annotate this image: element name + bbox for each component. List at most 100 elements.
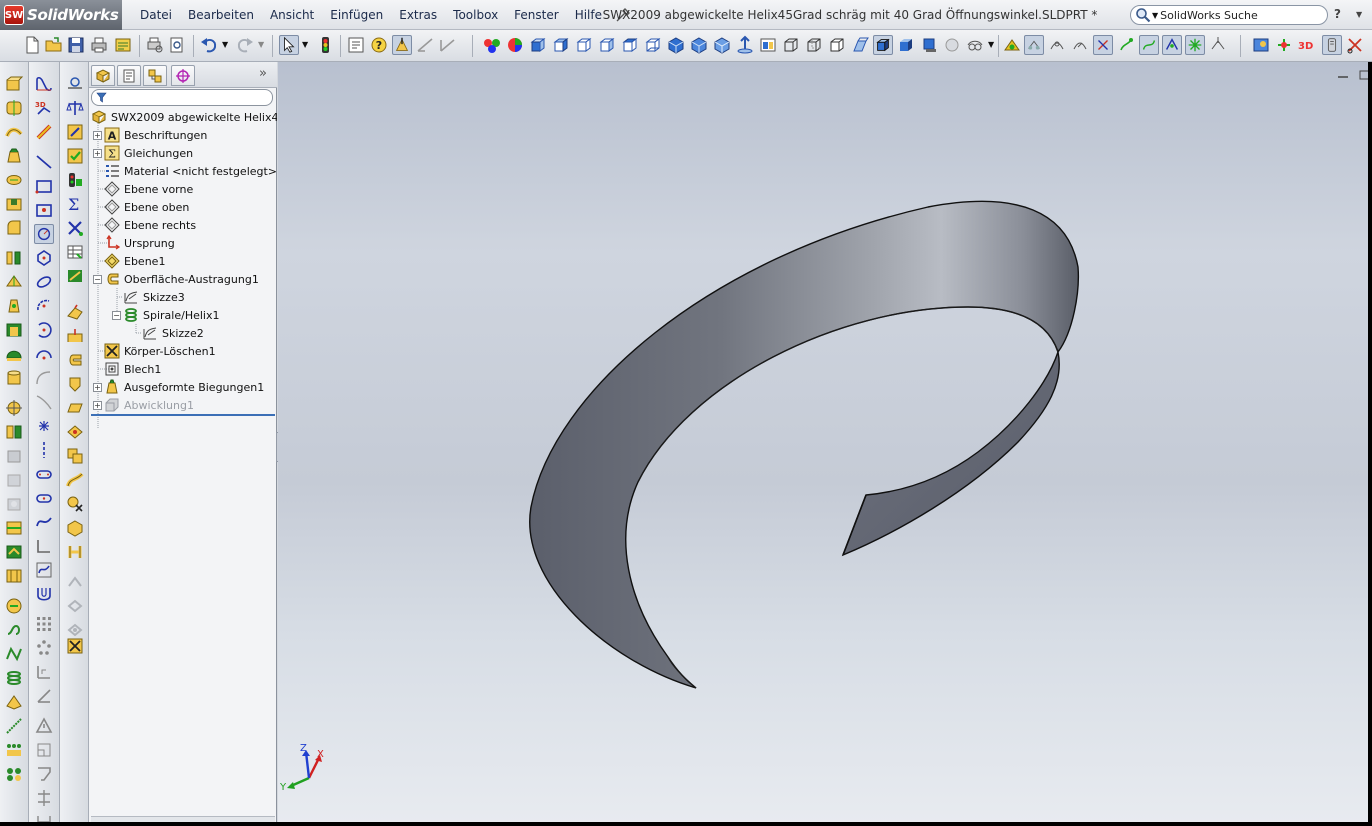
expand-toggle-icon[interactable]: +	[93, 382, 102, 392]
extruded-boss-icon[interactable]	[4, 74, 24, 94]
collapse-panel-chevron-icon[interactable]: »	[259, 66, 267, 81]
tree-item-abwicklung1[interactable]: + Abwicklung1	[93, 396, 194, 414]
view-settings-caret-icon[interactable]: ▼	[988, 40, 994, 49]
print-preview-icon[interactable]	[145, 35, 165, 55]
hidden-lines-removed-icon[interactable]	[827, 35, 847, 55]
sketch-fillet-icon[interactable]	[34, 392, 54, 412]
helix-sheet-metal-part[interactable]	[278, 62, 1368, 822]
hidden-lines-visible-icon[interactable]	[804, 35, 824, 55]
undo-icon[interactable]	[199, 35, 219, 55]
view-axes-icon[interactable]	[1047, 35, 1067, 55]
rip-icon[interactable]	[65, 636, 85, 656]
disabled-feature-2-icon[interactable]	[4, 494, 24, 514]
redo-icon[interactable]	[235, 35, 255, 55]
single-view-icon[interactable]	[758, 35, 778, 55]
search-input[interactable]	[1160, 8, 1321, 22]
unfold-icon[interactable]	[65, 542, 85, 562]
convert-entities-icon[interactable]	[34, 584, 54, 604]
helix-toolbar-icon[interactable]	[4, 620, 24, 640]
options-icon[interactable]	[113, 35, 133, 55]
rebuild-traffic-light-icon[interactable]	[315, 35, 335, 55]
tree-item-ebene-rechts[interactable]: Ebene rechts	[104, 216, 196, 234]
hole-series-icon[interactable]	[4, 740, 24, 760]
equations-icon[interactable]: Σ	[65, 194, 85, 214]
collapse-toggle-icon[interactable]: −	[93, 274, 102, 284]
macro-icon[interactable]	[4, 596, 24, 616]
rib-icon[interactable]	[4, 272, 24, 292]
menu-datei[interactable]: Datei	[132, 8, 180, 22]
break-corner-icon[interactable]	[65, 518, 85, 538]
tools-scissors-icon[interactable]	[1345, 35, 1365, 55]
curves-icon[interactable]	[4, 422, 24, 442]
file-properties-icon[interactable]	[346, 35, 366, 55]
sketch-picture-icon[interactable]	[34, 788, 54, 808]
redo-dropdown-caret-icon[interactable]: ▼	[258, 40, 264, 49]
view-planes-icon[interactable]	[1024, 35, 1044, 55]
decals-icon[interactable]	[1274, 35, 1294, 55]
reference-geometry-icon[interactable]	[4, 398, 24, 418]
offset-entities-icon[interactable]	[34, 560, 54, 580]
sketched-bend-icon[interactable]	[65, 470, 85, 490]
partial-ellipse-icon[interactable]	[34, 296, 54, 316]
hide-show-items-icon[interactable]	[1002, 35, 1022, 55]
open-folder-icon[interactable]	[44, 35, 64, 55]
add-relation-icon[interactable]	[34, 662, 54, 682]
dome-icon[interactable]	[4, 344, 24, 364]
view-front-icon[interactable]	[528, 35, 548, 55]
solidworks-logo[interactable]: SW SolidWorks	[0, 0, 122, 30]
view-left-icon[interactable]	[574, 35, 594, 55]
sheet-metal-feature-icon[interactable]	[4, 518, 24, 538]
appearance-icon[interactable]	[482, 35, 502, 55]
shell-icon[interactable]	[4, 320, 24, 340]
perspective-icon[interactable]	[965, 35, 985, 55]
three-point-arc-icon[interactable]	[34, 368, 54, 388]
geometry-analysis-icon[interactable]	[65, 170, 85, 190]
color-wheel-icon[interactable]	[505, 35, 525, 55]
toolbox-icon[interactable]	[1322, 35, 1342, 55]
section-properties-icon[interactable]	[65, 122, 85, 142]
line-icon[interactable]	[34, 152, 54, 172]
wireframe-icon[interactable]	[781, 35, 801, 55]
extruded-cut-icon[interactable]	[4, 194, 24, 214]
tab-dimxpert-manager[interactable]	[171, 65, 195, 86]
view-isometric-icon[interactable]	[666, 35, 686, 55]
lofted-boss-icon[interactable]	[4, 146, 24, 166]
sketch-icon[interactable]	[34, 74, 54, 94]
menu-extras[interactable]: Extras	[391, 8, 445, 22]
view-sketch-relations-icon[interactable]	[1185, 35, 1205, 55]
flatten-disabled-icon[interactable]	[65, 596, 85, 616]
slot-icon[interactable]	[34, 200, 54, 220]
tree-item-skizze2[interactable]: Skizze2	[142, 324, 204, 342]
instant3d-grey-icon[interactable]	[4, 446, 24, 466]
select-cursor-icon[interactable]	[279, 35, 299, 55]
centerline-icon[interactable]	[34, 440, 54, 460]
shaded-with-edges-icon[interactable]	[873, 35, 893, 55]
rollback-bar[interactable]	[91, 414, 275, 416]
graphics-area[interactable]: X Z Y	[278, 62, 1372, 826]
viewport-window-controls[interactable]	[1336, 68, 1372, 82]
tree-item-beschriftungen[interactable]: + A Beschriftungen	[93, 126, 207, 144]
repair-sketch-icon[interactable]	[34, 716, 54, 736]
point-icon[interactable]	[34, 416, 54, 436]
linear-pattern-icon[interactable]	[4, 248, 24, 268]
menu-bearbeiten[interactable]: Bearbeiten	[180, 8, 262, 22]
menu-ansicht[interactable]: Ansicht	[262, 8, 322, 22]
quick-snaps-icon[interactable]	[34, 740, 54, 760]
tab-feature-manager[interactable]	[91, 65, 115, 86]
reference-axis-icon[interactable]	[4, 716, 24, 736]
jog-icon[interactable]	[65, 446, 85, 466]
search-box[interactable]: ▼	[1130, 5, 1328, 25]
insert-bends-icon[interactable]	[4, 566, 24, 586]
base-flange-icon[interactable]	[65, 302, 85, 322]
disabled-feature-1-icon[interactable]	[4, 470, 24, 490]
closed-corner-icon[interactable]	[65, 494, 85, 514]
view-temporary-axes-icon[interactable]	[1070, 35, 1090, 55]
circular-sketch-pattern-icon[interactable]	[34, 638, 54, 658]
edge-flange-icon[interactable]	[65, 374, 85, 394]
page-preview-icon[interactable]	[167, 35, 187, 55]
collapse-toggle-icon[interactable]: −	[112, 310, 121, 320]
instant-3d-icon[interactable]	[392, 35, 412, 55]
realview-icon[interactable]	[942, 35, 962, 55]
check-icon[interactable]	[65, 146, 85, 166]
3d-content-icon[interactable]: 3D	[1297, 35, 1317, 55]
